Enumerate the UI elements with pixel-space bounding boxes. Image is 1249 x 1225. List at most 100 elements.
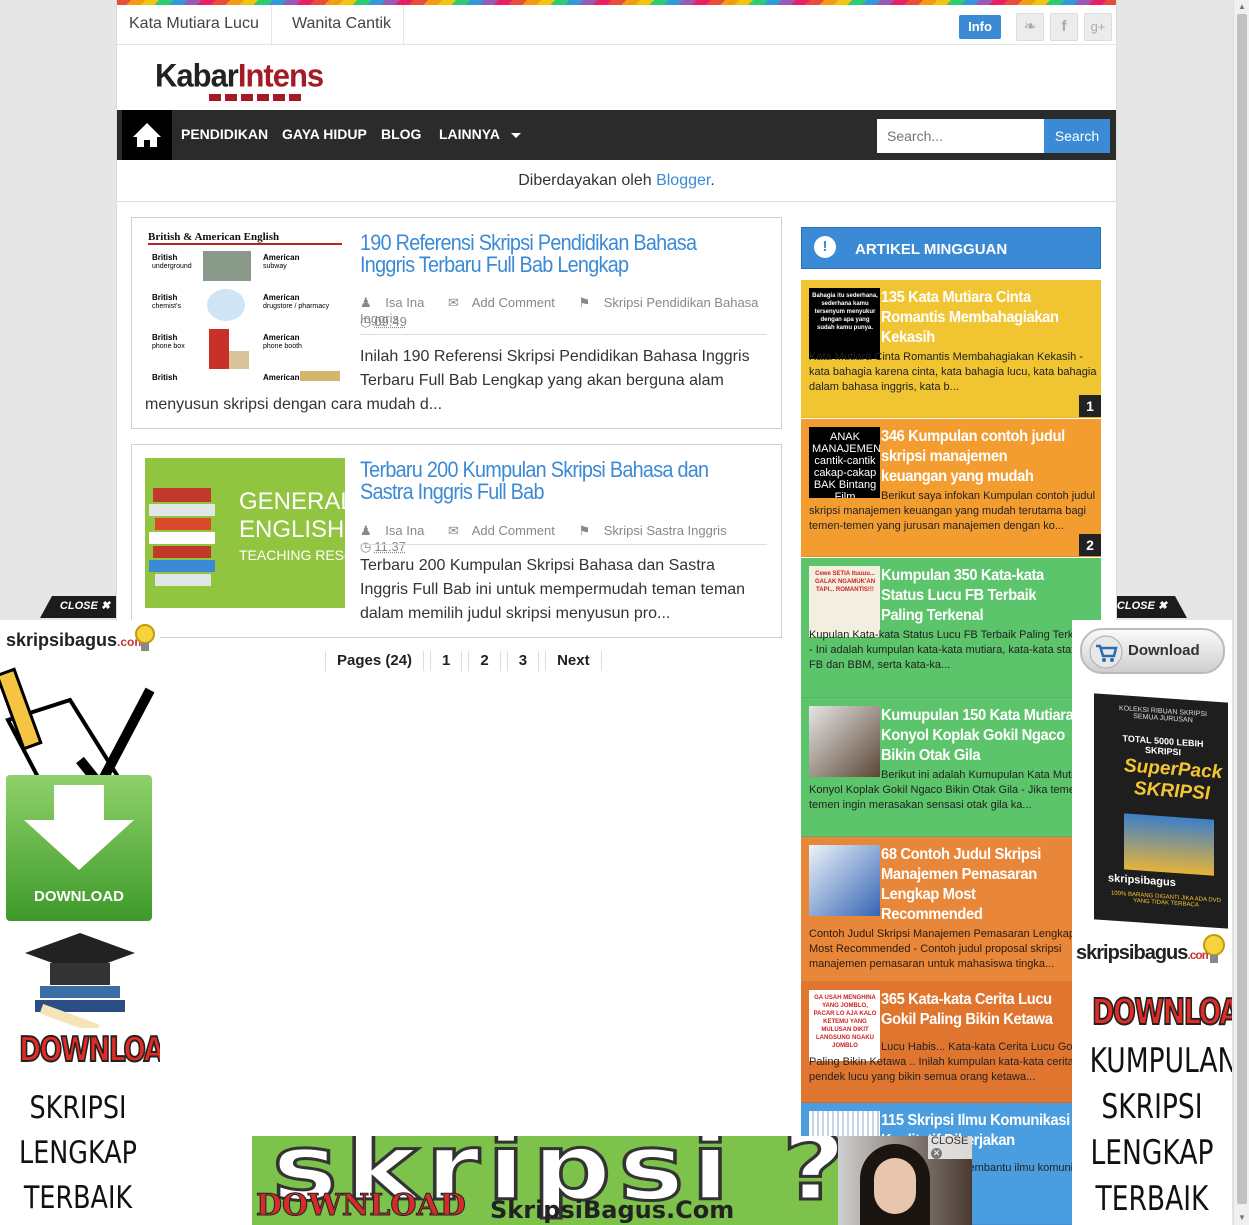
ad-line: LENGKAP: [1090, 1133, 1214, 1173]
comment-link[interactable]: ✉ Add Comment: [448, 295, 565, 310]
close-icon: ✖: [1157, 600, 1168, 612]
post-title[interactable]: Terbaru 200 Kumpulan Skripsi Bahasa dan …: [360, 459, 720, 503]
thumbnail-caption: Cewe SETIA ituuuu... GALAK NGAMUK'AN TAP…: [814, 571, 876, 593]
label-text: Skripsi Sastra Inggris: [603, 523, 727, 538]
popular-post-snippet: Kupulan Kata-kata Status Lucu FB Terbaik…: [809, 629, 1095, 671]
blogger-link[interactable]: Blogger: [656, 172, 710, 189]
search-input[interactable]: [877, 119, 1045, 153]
logo-text-intens: Intens: [237, 57, 324, 94]
thumbnail-caption: Bahagia itu sederhana, sederhana kamu te…: [812, 293, 878, 331]
popular-post-item[interactable]: ANAK MANAJEMEN cantik-cantik cakap-cakap…: [801, 419, 1101, 557]
popular-post-thumbnail[interactable]: Bahagia itu sederhana, sederhana kamu te…: [809, 288, 880, 359]
post-time-value[interactable]: 11.37: [374, 539, 406, 554]
twitter-icon[interactable]: ❧: [1016, 13, 1044, 41]
ad-download-button-label: Download: [1128, 642, 1200, 659]
popular-post-title[interactable]: 135 Kata Mutiara Cinta Romantis Membahag…: [881, 288, 1074, 348]
popular-post-thumbnail[interactable]: [809, 706, 880, 777]
lightbulb-icon: [1203, 934, 1225, 963]
post-meta: ♟ Isa Ina ✉ Add Comment ⚑ Skripsi Pendid…: [360, 295, 781, 326]
popular-post-item[interactable]: Kumupulan 150 Kata Mutiara Konyol Koplak…: [801, 698, 1101, 837]
thumb-text: British: [152, 333, 178, 342]
popular-post-title[interactable]: Kumupulan 150 Kata Mutiara Konyol Koplak…: [881, 706, 1074, 766]
post-time-value[interactable]: 09.49: [374, 314, 407, 329]
thumb-text: phone booth: [263, 343, 302, 350]
popular-post-item[interactable]: Bahagia itu sederhana, sederhana kamu te…: [801, 280, 1101, 418]
author-link[interactable]: ♟ Isa Ina: [360, 295, 434, 310]
pages-count: Pages (24): [325, 651, 425, 671]
nav-item-gaya-hidup[interactable]: GAYA HIDUP: [282, 110, 367, 160]
popular-post-thumbnail[interactable]: ANAK MANAJEMEN cantik-cantik cakap-cakap…: [809, 427, 880, 498]
facebook-icon[interactable]: f: [1050, 13, 1078, 41]
bottom-banner-ad[interactable]: skripsi ? DOWNLOAD SkripsiBagus.Com CLOS…: [252, 1136, 972, 1225]
close-icon: ✖: [100, 600, 111, 612]
comment-label: Add Comment: [471, 295, 555, 310]
popular-post-item[interactable]: GA USAH MENGHINA YANG JOMBLO, PACAR LO A…: [801, 982, 1101, 1103]
ad-close-label: CLOSE: [1116, 600, 1155, 612]
popular-post-title[interactable]: 365 Kata-kata Cerita Lucu Gokil Paling B…: [881, 990, 1074, 1030]
right-banner-ad[interactable]: Download KOLEKSI RIBUAN SKRIPSI SEMUA JU…: [1072, 620, 1232, 1225]
site-logo[interactable]: KabarIntens: [155, 57, 324, 101]
nav-item-lainnya-label: LAINNYA: [439, 126, 500, 142]
ad-brand: skripsibagus.com: [1076, 942, 1212, 965]
exclamation-icon: !: [814, 236, 836, 258]
widget-title: ARTIKEL MINGGUAN: [855, 241, 1008, 258]
home-button[interactable]: [122, 110, 172, 160]
popular-post-thumbnail[interactable]: Cewe SETIA ituuuu... GALAK NGAMUK'AN TAP…: [809, 566, 880, 637]
nav-item-lainnya[interactable]: LAINNYA: [439, 110, 522, 160]
thumb-text: American: [263, 293, 300, 302]
ad-line: KUMPULAN: [1089, 1041, 1232, 1081]
ad-close-button[interactable]: CLOSE ✖: [1097, 596, 1187, 618]
author-link[interactable]: ♟ Isa Ina: [360, 523, 434, 538]
thumb-text: phone box: [152, 343, 185, 350]
cart-icon: [1089, 635, 1123, 669]
next-page-link[interactable]: Next: [545, 651, 602, 671]
popular-post-snippet: Contoh Judul Skripsi Manajemen Pemasaran…: [809, 928, 1075, 970]
main-navbar: PENDIDIKAN GAYA HIDUP BLOG LAINNYA Searc…: [117, 110, 1116, 160]
thumb-text: subway: [263, 263, 287, 270]
ad-download-button[interactable]: Download: [1080, 628, 1225, 674]
info-button[interactable]: Info: [959, 15, 1001, 39]
ad-line: SKRIPSI: [29, 1090, 127, 1126]
scrollbar-thumb[interactable]: [1237, 14, 1247, 1204]
popular-post-thumbnail[interactable]: [809, 845, 880, 916]
post-card: GENERAL ENGLISH TEACHING RESOU Terbaru 2…: [131, 444, 782, 638]
scroll-down-arrow-icon[interactable]: ▼: [1238, 1214, 1246, 1222]
thumb-text: ENGLISH: [239, 516, 345, 543]
top-link-wanita-cantik[interactable]: Wanita Cantik: [280, 5, 404, 45]
top-link-kata-mutiara[interactable]: Kata Mutiara Lucu: [117, 5, 272, 45]
scroll-up-arrow-icon[interactable]: ▲: [1238, 3, 1246, 11]
ad-bottom-close-button[interactable]: CLOSE ✕: [928, 1136, 972, 1159]
thumb-heading: British & American English: [148, 231, 342, 245]
popular-post-title[interactable]: Kumpulan 350 Kata-kata Status Lucu FB Te…: [881, 566, 1074, 626]
ad-close-button[interactable]: CLOSE ✖: [40, 596, 130, 618]
graduation-cap-icon: [25, 933, 135, 1028]
clock-icon: ◷: [360, 314, 372, 329]
ad-bottom-site: SkripsiBagus.Com: [490, 1196, 735, 1224]
post-title[interactable]: 190 Referensi Skripsi Pendidikan Bahasa …: [360, 232, 720, 276]
popular-post-title[interactable]: 346 Kumpulan contoh judul skripsi manaje…: [881, 427, 1074, 487]
page-scrollbar[interactable]: ▲ ▼: [1233, 0, 1249, 1225]
popular-post-title[interactable]: 68 Contoh Judul Skripsi Manajemen Pemasa…: [881, 845, 1074, 925]
ad-box-photo: [1124, 813, 1214, 876]
popular-post-snippet: Berikut saya infokan Kumpulan contoh jud…: [809, 490, 1096, 532]
post-time: ◷ 09.49: [360, 314, 407, 330]
powered-by: Diberdayakan oleh Blogger.: [117, 172, 1116, 190]
popular-post-item[interactable]: Cewe SETIA ituuuu... GALAK NGAMUK'AN TAP…: [801, 558, 1101, 698]
comment-link[interactable]: ✉ Add Comment: [448, 523, 565, 538]
popular-post-rank: 1: [1079, 395, 1101, 417]
tag-icon: ⚑: [578, 295, 591, 310]
nav-item-pendidikan[interactable]: PENDIDIKAN: [181, 110, 268, 160]
post-thumbnail[interactable]: British & American English British under…: [145, 231, 345, 381]
page-link[interactable]: 1: [430, 651, 463, 671]
search-button[interactable]: Search: [1044, 119, 1110, 153]
left-banner-ad[interactable]: skripsibagus.com DOWNLOAD DOWNLOAD SKRIP…: [0, 620, 160, 1225]
post-thumbnail[interactable]: GENERAL ENGLISH TEACHING RESOU: [145, 458, 345, 608]
page-link[interactable]: 3: [506, 651, 540, 671]
label-link[interactable]: ⚑ Skripsi Sastra Inggris: [578, 523, 736, 538]
thumb-text: American: [263, 253, 300, 262]
powered-by-prefix: Diberdayakan oleh: [518, 172, 652, 189]
popular-post-item[interactable]: 68 Contoh Judul Skripsi Manajemen Pemasa…: [801, 837, 1101, 982]
page-link[interactable]: 2: [468, 651, 501, 671]
nav-item-blog[interactable]: BLOG: [381, 110, 421, 160]
google-plus-icon[interactable]: g+: [1084, 13, 1112, 41]
